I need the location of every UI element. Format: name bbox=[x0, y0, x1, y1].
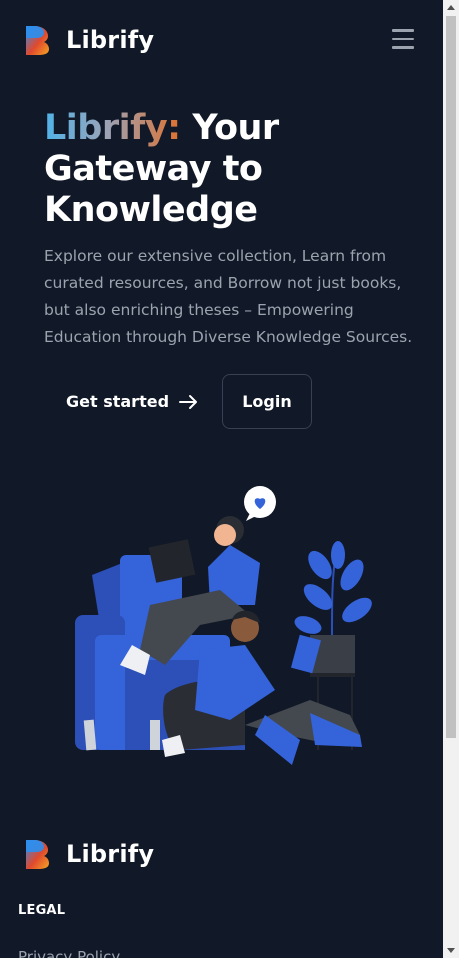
login-button[interactable]: Login bbox=[222, 374, 312, 429]
hamburger-menu-icon[interactable] bbox=[392, 29, 416, 51]
hero-title-brand: Librify: bbox=[44, 108, 181, 148]
librify-logo-icon bbox=[26, 840, 49, 869]
top-navbar: Librify bbox=[0, 0, 443, 82]
librify-logo-icon bbox=[26, 26, 49, 55]
footer-brand-name: Librify bbox=[66, 840, 155, 868]
arrow-right-icon bbox=[179, 394, 198, 409]
scroll-up-arrow-icon[interactable] bbox=[447, 5, 455, 10]
vertical-scrollbar[interactable] bbox=[443, 0, 459, 958]
login-label: Login bbox=[242, 392, 292, 411]
get-started-label: Get started bbox=[66, 392, 170, 411]
hero-title-line3: Knowledge bbox=[44, 190, 258, 230]
footer-brand-logo[interactable]: Librify bbox=[24, 838, 154, 870]
hero-title-line1: Your bbox=[180, 108, 279, 148]
page: Librify Librify: Your Gateway to Knowled… bbox=[0, 0, 443, 958]
hero-subtitle: Explore our extensive collection, Learn … bbox=[44, 247, 413, 346]
brand-name: Librify bbox=[66, 26, 155, 54]
brand-logo[interactable]: Librify bbox=[24, 24, 154, 56]
scroll-down-arrow-icon[interactable] bbox=[447, 948, 455, 953]
privacy-policy-link[interactable]: Privacy Policy bbox=[18, 948, 120, 958]
reading-people-illustration bbox=[75, 486, 372, 765]
get-started-button[interactable]: Get started bbox=[50, 374, 200, 429]
footer-legal-heading: LEGAL bbox=[18, 903, 66, 918]
hero-title: Librify: Your Gateway to Knowledge bbox=[44, 108, 424, 231]
scrollbar-thumb[interactable] bbox=[446, 16, 456, 738]
hero-title-line2: Gateway to bbox=[44, 149, 263, 189]
